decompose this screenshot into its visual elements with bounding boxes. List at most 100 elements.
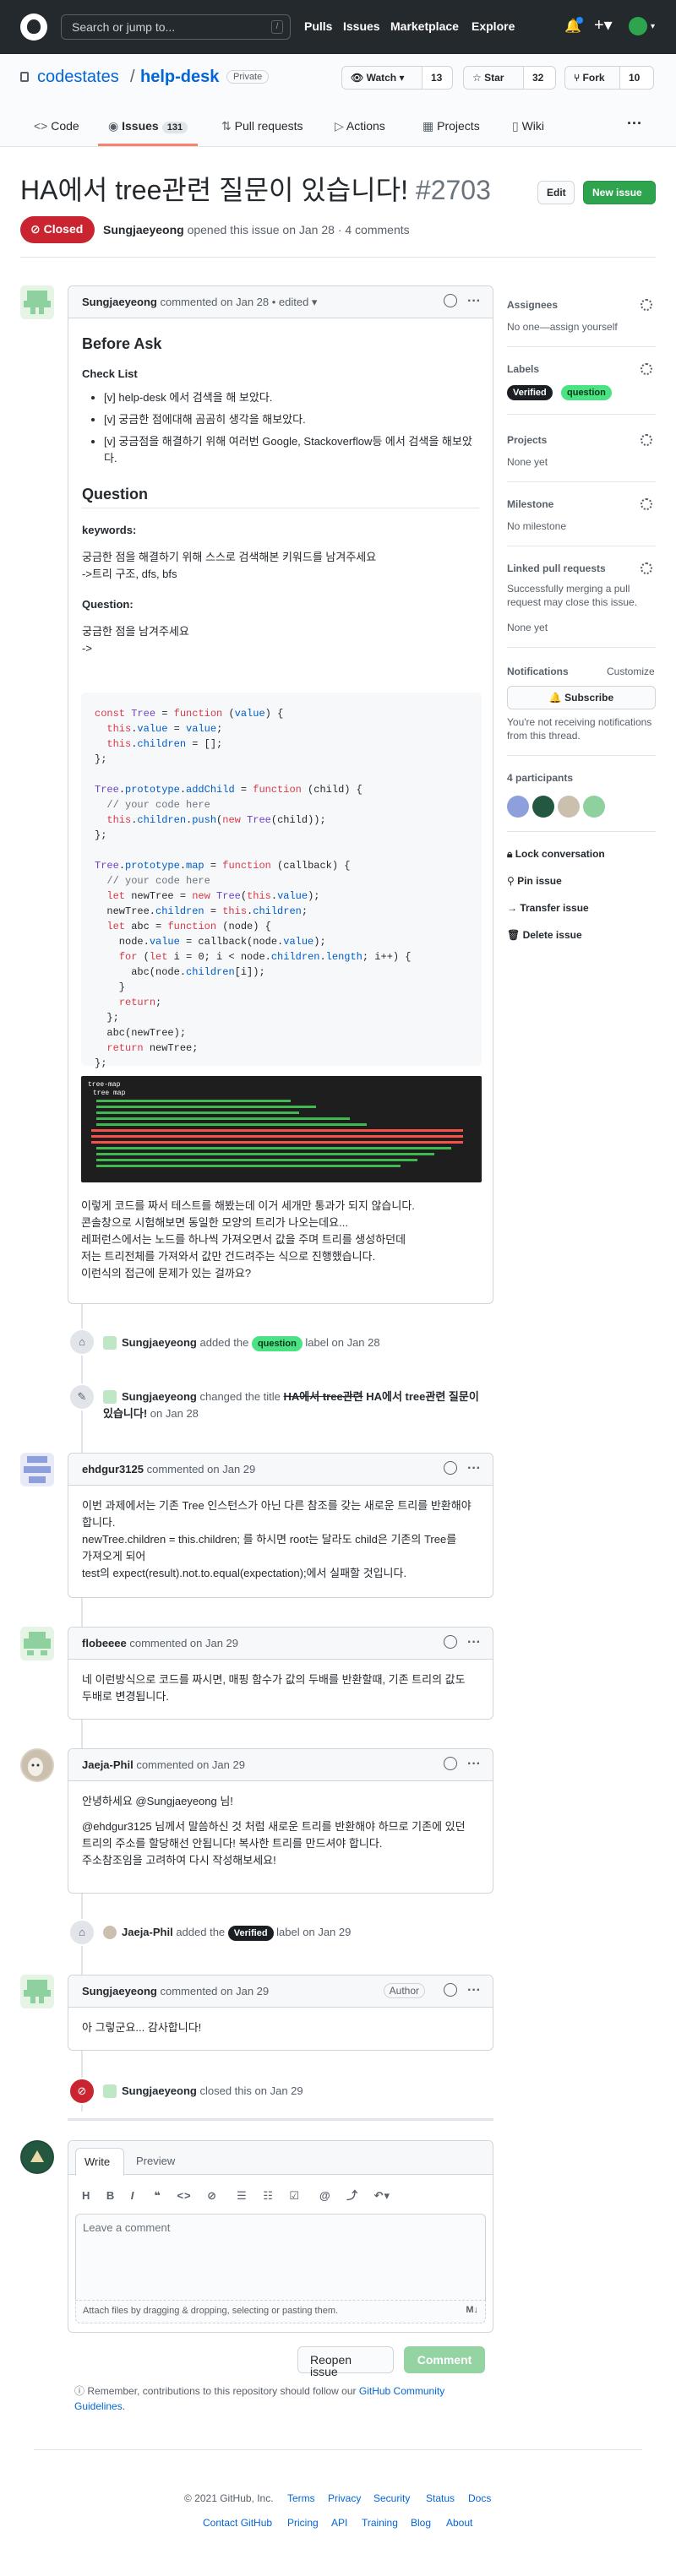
bold-icon[interactable]: B (106, 2189, 115, 2202)
github-logo-icon[interactable] (20, 14, 47, 41)
comment-menu-button[interactable]: ··· (467, 1757, 481, 1772)
edit-button[interactable]: Edit (537, 181, 575, 204)
event-author[interactable]: Jaeja-Phil (122, 1926, 173, 1938)
avatar[interactable] (558, 796, 580, 818)
avatar[interactable] (583, 796, 605, 818)
new-issue-button[interactable]: New issue (583, 181, 656, 204)
comment-author[interactable]: Sungjaeyeong (82, 1985, 157, 1997)
watch-count[interactable]: 13 (422, 66, 453, 90)
transfer-issue[interactable]: → Transfer issue (507, 902, 589, 914)
avatar[interactable] (103, 1390, 117, 1404)
linked-prs-heading[interactable]: Linked pull requests (507, 562, 606, 574)
code-icon[interactable]: <> (177, 2189, 191, 2202)
lock-conversation[interactable]: 🔒︎ Lock conversation (507, 848, 605, 861)
search-input[interactable]: Search or jump to... / (61, 14, 291, 40)
star-button[interactable]: ☆ Star (463, 66, 524, 90)
comment-menu-button[interactable]: ··· (467, 294, 481, 309)
footer-link[interactable]: Security (373, 2492, 410, 2504)
comment-author[interactable]: ehdgur3125 (82, 1463, 144, 1475)
label-verified[interactable]: Verified (507, 385, 553, 400)
avatar[interactable] (20, 1975, 54, 2008)
footer-link[interactable]: Docs (468, 2492, 491, 2504)
star-count[interactable]: 32 (524, 66, 556, 90)
emoji-reaction-icon[interactable] (444, 294, 457, 307)
comment-menu-button[interactable]: ··· (467, 1983, 481, 1998)
fork-count[interactable]: 10 (620, 66, 654, 90)
footer-link[interactable]: About (446, 2517, 472, 2529)
guidelines-link[interactable]: Guidelines. (74, 2400, 125, 2412)
reference-icon[interactable]: ⤴ (346, 2189, 358, 2202)
footer-link[interactable]: Training (362, 2517, 398, 2529)
comment-author[interactable]: Jaeja-Phil (82, 1758, 134, 1771)
tab-preview[interactable]: Preview (136, 2155, 175, 2167)
avatar[interactable] (507, 796, 529, 818)
task-list-icon[interactable]: ☑ (289, 2189, 300, 2202)
event-author[interactable]: Sungjaeyeong (122, 2084, 197, 2097)
pin-issue[interactable]: ⚲ Pin issue (507, 875, 562, 887)
avatar[interactable] (532, 796, 554, 818)
delete-issue[interactable]: 🗑︎ Delete issue (507, 929, 582, 941)
nav-issues[interactable]: Issues (343, 19, 380, 33)
emoji-reaction-icon[interactable] (444, 1757, 457, 1770)
assignees-value[interactable]: No one—assign yourself (507, 321, 618, 333)
avatar[interactable] (20, 1748, 54, 1782)
avatar[interactable] (20, 285, 54, 319)
subscribe-button[interactable]: 🔔 Subscribe (507, 686, 656, 709)
event-author[interactable]: Sungjaeyeong (122, 1390, 197, 1403)
emoji-reaction-icon[interactable] (444, 1461, 457, 1475)
event-author[interactable]: Sungjaeyeong (122, 1336, 197, 1349)
bulleted-list-icon[interactable]: ☰ (237, 2189, 248, 2202)
footer-link[interactable]: Blog (411, 2517, 431, 2529)
avatar[interactable] (20, 1453, 54, 1486)
tab-projects[interactable]: ▦ Projects (422, 119, 480, 133)
avatar[interactable] (629, 17, 647, 35)
emoji-reaction-icon[interactable] (444, 1983, 457, 1997)
italic-icon[interactable]: I (131, 2189, 135, 2202)
label-question[interactable]: question (561, 385, 612, 400)
projects-heading[interactable]: Projects (507, 434, 547, 446)
avatar[interactable] (103, 1336, 117, 1350)
gear-icon[interactable] (641, 434, 652, 446)
footer-link[interactable]: Privacy (328, 2492, 361, 2504)
reply-icon[interactable]: ↶▾ (374, 2189, 390, 2202)
milestone-heading[interactable]: Milestone (507, 498, 553, 510)
tab-write[interactable]: Write (75, 2148, 124, 2176)
comment-author[interactable]: flobeeee (82, 1637, 127, 1649)
fork-button[interactable]: ⑂ Fork (564, 66, 620, 90)
avatar[interactable] (103, 1926, 117, 1939)
numbered-list-icon[interactable]: ☷ (263, 2189, 274, 2202)
guidelines-link[interactable]: GitHub Community (359, 2385, 444, 2397)
comment-textarea[interactable]: Leave a comment (75, 2214, 486, 2300)
watch-button[interactable]: 👁 Watch ▾ (341, 66, 422, 90)
label-question[interactable]: question (251, 1336, 303, 1351)
assignees-heading[interactable]: Assignees (507, 299, 558, 311)
repo-name[interactable]: help-desk (140, 68, 219, 87)
reopen-issue-button[interactable]: Reopen issue (297, 2346, 394, 2378)
nav-pulls[interactable]: Pulls (304, 19, 332, 33)
comment-author[interactable]: Sungjaeyeong (82, 296, 157, 308)
comment-menu-button[interactable]: ··· (467, 1635, 481, 1650)
labels-heading[interactable]: Labels (507, 363, 539, 375)
attach-files[interactable]: Attach files by dragging & dropping, sel… (75, 2300, 486, 2323)
plus-icon[interactable]: +▾ (594, 14, 613, 35)
footer-link[interactable]: Contact GitHub (203, 2517, 272, 2529)
tab-pull-requests[interactable]: ⇅ Pull requests (221, 119, 303, 133)
emoji-reaction-icon[interactable] (444, 1635, 457, 1649)
chevron-down-icon[interactable]: ▾ (651, 22, 655, 31)
tab-wiki[interactable]: ▯ Wiki (512, 119, 544, 133)
footer-link[interactable]: Terms (287, 2492, 315, 2504)
comment-button[interactable]: Comment (404, 2346, 485, 2373)
avatar[interactable] (20, 2140, 54, 2174)
tab-code[interactable]: <> Code (34, 119, 79, 133)
tab-issues[interactable]: ◉ Issues 131 (108, 119, 188, 133)
tab-actions[interactable]: ▷ Actions (335, 119, 385, 133)
comment-menu-button[interactable]: ··· (467, 1461, 481, 1476)
issue-author[interactable]: Sungjaeyeong (103, 223, 184, 236)
footer-link[interactable]: API (331, 2517, 347, 2529)
footer-link[interactable]: Status (426, 2492, 455, 2504)
link-icon[interactable]: ⊘ (207, 2189, 217, 2202)
quote-icon[interactable]: ❝ (154, 2189, 161, 2202)
gear-icon[interactable] (641, 363, 652, 375)
avatar[interactable] (20, 1627, 54, 1660)
mention-icon[interactable]: @ (319, 2189, 331, 2202)
